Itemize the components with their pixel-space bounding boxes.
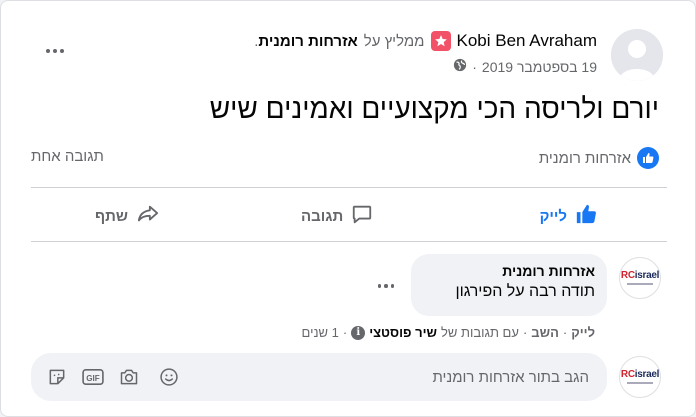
responded-prefix: עם תגובות של [440, 325, 519, 340]
default-avatar-icon [611, 29, 663, 81]
like-button[interactable]: לייק [540, 199, 597, 233]
comment-composer[interactable]: GIF [31, 353, 607, 401]
sep: · [562, 325, 568, 340]
share-button[interactable]: שתף [95, 199, 160, 233]
comment-options-button[interactable] [375, 279, 397, 293]
dot [377, 284, 382, 288]
comment-label: תגובה [301, 207, 344, 225]
divider [31, 241, 667, 242]
thumbs-up-icon [575, 203, 597, 229]
globe-icon [453, 58, 467, 75]
comment-reply-link[interactable]: השב [531, 325, 559, 340]
comment-like-link[interactable]: לייק [571, 325, 595, 340]
dot [53, 49, 57, 53]
like-label: לייק [539, 207, 567, 225]
dot [384, 284, 388, 288]
comment-count-link[interactable]: תגובה אחת [31, 148, 104, 165]
commenter-avatar[interactable]: RCisrael [619, 257, 661, 299]
logo-underline [627, 382, 653, 384]
divider [31, 187, 667, 188]
post-meta: 19 בספטמבר 2019 · [453, 58, 597, 75]
comment-time[interactable]: 1 שנים [302, 325, 339, 340]
comment-text: תודה רבה על הפירגון [455, 283, 595, 300]
gif-icon[interactable]: GIF [81, 365, 105, 389]
comment-button[interactable]: תגובה [301, 199, 373, 233]
comment-input[interactable] [209, 353, 589, 401]
dot [390, 284, 395, 288]
info-icon[interactable]: i [351, 325, 366, 340]
camera-icon[interactable] [117, 365, 141, 389]
dot [46, 49, 50, 53]
recommend-star-icon [430, 31, 451, 51]
share-arrow-icon [136, 203, 160, 229]
comment-actions: לייק · השב · עם תגובות של שיר פוסטצי i ·… [302, 325, 595, 340]
sep: · [522, 325, 528, 340]
rcisrael-logo: RCisrael [620, 369, 660, 380]
reactions-summary[interactable]: אזרחות רומנית [539, 147, 659, 169]
recommends-text: ממליץ על [363, 32, 425, 50]
emoji-icon[interactable] [157, 365, 181, 389]
comment-bubble-icon [351, 203, 373, 229]
post-card: Kobi Ben Avraham ממליץ על אזרחות רומנית … [0, 0, 696, 417]
composer-avatar: RCisrael [619, 356, 661, 398]
recommended-page-link[interactable]: אזרחות רומנית [258, 33, 357, 50]
rcisrael-logo: RCisrael [620, 270, 660, 281]
reactions-names[interactable]: אזרחות רומנית [539, 150, 631, 167]
post-date[interactable]: 19 בספטמבר 2019 [482, 59, 597, 75]
meta-separator: · [472, 58, 477, 75]
responded-name[interactable]: שיר פוסטצי [369, 325, 437, 340]
post-body-text: יורם ולריסה הכי מקצועיים ואמינים שיש [209, 93, 659, 124]
like-reaction-icon [637, 147, 659, 169]
author-name[interactable]: Kobi Ben Avraham [457, 31, 598, 51]
recommend-period: . [254, 32, 259, 50]
sticker-icon[interactable] [45, 365, 69, 389]
author-avatar[interactable] [611, 29, 663, 81]
share-label: שתף [95, 207, 128, 225]
comment-bubble: אזרחות רומנית תודה רבה על הפירגון [411, 254, 607, 316]
dot [60, 49, 64, 53]
sep: · [342, 325, 348, 340]
comment-author[interactable]: אזרחות רומנית [423, 263, 595, 279]
post-options-button[interactable] [37, 39, 73, 63]
logo-underline [627, 283, 653, 285]
post-header-line: Kobi Ben Avraham ממליץ על אזרחות רומנית … [254, 31, 597, 51]
svg-text:GIF: GIF [86, 374, 100, 383]
